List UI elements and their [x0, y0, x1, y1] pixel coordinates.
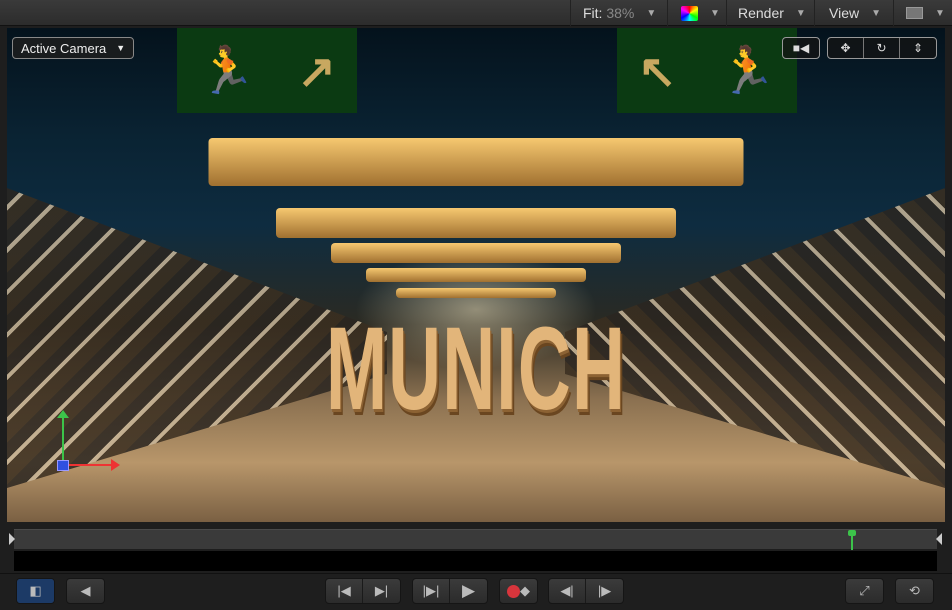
panel-icon: ◧	[17, 579, 54, 603]
pan-icon[interactable]: ✥	[828, 38, 864, 58]
chevron-down-icon: ▼	[871, 7, 881, 19]
playhead-marker-icon	[848, 530, 857, 536]
play-range-in-handle[interactable]	[9, 533, 15, 545]
chevron-down-icon: ▼	[935, 7, 945, 19]
loop-button[interactable]: ⟲	[895, 578, 934, 604]
record-icon: ◆	[500, 579, 537, 603]
play-range-out-handle[interactable]	[936, 533, 942, 545]
y-axis-arrow-icon	[57, 410, 69, 418]
show-hide-panels-button[interactable]: ◧	[16, 578, 55, 604]
canvas-viewer[interactable]: 🏃 ↗ ↖ 🏃 MUNICH Active Camera ▼ ■◀ ✥ ↻ ⇕	[7, 28, 945, 522]
title-text-layer[interactable]: MUNICH	[185, 310, 767, 428]
camera-menu-label: Active Camera	[21, 40, 107, 56]
channels-menu[interactable]: ▼	[667, 0, 725, 26]
layout-icon	[906, 7, 923, 19]
chevron-down-icon: ▼	[646, 7, 657, 19]
render-menu[interactable]: Render ▼	[726, 0, 813, 26]
z-axis-handle[interactable]	[57, 460, 69, 471]
play-button[interactable]: ▶	[450, 579, 487, 603]
ceiling-light	[208, 138, 744, 186]
transform-gizmo[interactable]	[57, 410, 127, 471]
x-axis-handle[interactable]	[63, 464, 113, 466]
ceiling-light	[396, 288, 556, 298]
chevron-down-icon: ▼	[710, 7, 720, 19]
go-to-end-button[interactable]: ▶|	[363, 579, 400, 603]
playhead[interactable]	[848, 530, 857, 550]
loop-icon: ⟲	[909, 583, 920, 598]
mini-timeline[interactable]	[9, 529, 942, 550]
play-from-start-button[interactable]: |▶|	[413, 579, 450, 603]
chevron-down-icon: ▼	[795, 7, 806, 19]
canvas-toolbar: Fit: 38% ▼ ▼ Render ▼ View ▼ ▼	[0, 0, 952, 26]
speaker-icon: ◀	[80, 583, 91, 598]
next-keyframe-button[interactable]: |▶	[586, 579, 623, 603]
orbit-icon[interactable]: ↻	[864, 38, 900, 58]
camera-icon: ■◀	[792, 41, 810, 55]
view-menu[interactable]: View ▼	[814, 0, 892, 26]
transport-group-1: |◀ ▶|	[325, 578, 401, 604]
exit-sign-right: ↖ 🏃	[617, 28, 797, 113]
dolly-icon[interactable]: ⇕	[900, 38, 936, 58]
view-label: View	[829, 5, 860, 21]
ceiling-light	[331, 243, 621, 263]
go-to-start-button[interactable]: |◀	[326, 579, 363, 603]
zoom-level-menu[interactable]: Fit: 38% ▼	[570, 0, 666, 26]
audio-button[interactable]: ◀	[66, 578, 105, 604]
ceiling-light	[276, 208, 676, 238]
fit-value: 38%	[606, 5, 635, 21]
camera-select-button[interactable]: ■◀	[782, 37, 820, 59]
divider	[0, 573, 952, 574]
camera-menu[interactable]: Active Camera ▼	[12, 37, 135, 59]
keyframe-nav: ◀| |▶	[548, 578, 624, 604]
view-tools: ✥ ↻ ⇕	[827, 37, 937, 59]
exit-sign-left: 🏃 ↗	[177, 28, 357, 113]
fit-label: Fit:	[583, 5, 603, 21]
transport-group-2: |▶| ▶	[412, 578, 488, 604]
record-button[interactable]: ◆	[499, 578, 538, 604]
chevron-down-icon: ▼	[116, 43, 126, 53]
previous-keyframe-button[interactable]: ◀|	[549, 579, 586, 603]
ceiling-light	[366, 268, 586, 282]
layout-menu[interactable]: ▼	[893, 0, 952, 26]
timeline-track	[14, 551, 937, 571]
render-label: Render	[738, 5, 784, 21]
full-screen-button[interactable]: ⤢	[845, 578, 884, 604]
x-axis-arrow-icon	[111, 459, 120, 471]
color-channels-icon	[681, 5, 698, 21]
expand-icon: ⤢	[859, 583, 870, 598]
